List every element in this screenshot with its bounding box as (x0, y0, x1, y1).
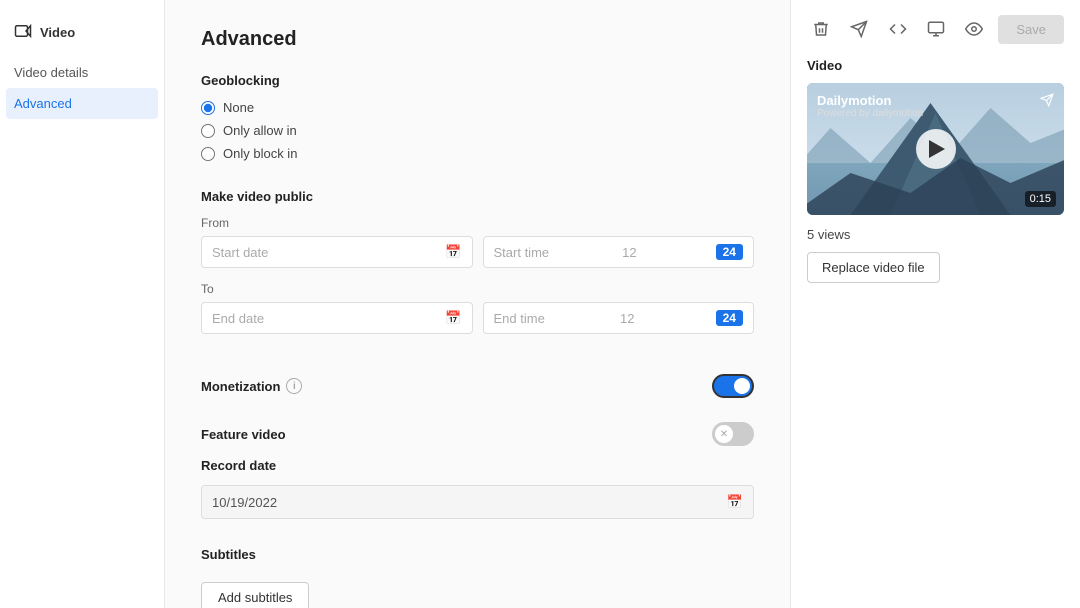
record-date-input[interactable]: 10/19/2022 📅 (201, 485, 754, 519)
sidebar-item-video-details[interactable]: Video details (0, 57, 164, 88)
geoblocking-block-radio[interactable] (201, 147, 215, 161)
trash-button[interactable] (807, 14, 835, 44)
end-time-hour: 12 (620, 311, 634, 326)
page-title: Advanced (201, 28, 754, 51)
video-duration: 0:15 (1025, 191, 1056, 207)
monetization-info-icon[interactable]: i (286, 378, 302, 394)
geoblocking-block[interactable]: Only block in (201, 146, 754, 161)
start-time-badge: 24 (716, 244, 743, 260)
start-time-placeholder: Start time (494, 245, 550, 260)
subtitles-label: Subtitles (201, 547, 754, 562)
right-panel: Save Video (790, 0, 1080, 608)
monetization-label: Monetization i (201, 378, 302, 394)
video-panel-label: Video (807, 58, 1064, 73)
share-button[interactable] (845, 14, 873, 44)
from-label: From (201, 216, 754, 230)
feature-video-label: Feature video (201, 427, 286, 442)
geoblocking-none-radio[interactable] (201, 101, 215, 115)
play-triangle-icon (929, 140, 945, 158)
geoblocking-label: Geoblocking (201, 73, 754, 88)
geoblocking-allow[interactable]: Only allow in (201, 123, 754, 138)
to-row: To End date 📅 End time 12 24 (201, 282, 754, 334)
start-date-input[interactable]: Start date 📅 (201, 236, 473, 268)
video-brand: Dailymotion Powered by dailymotion (817, 93, 923, 119)
calendar-icon: 📅 (445, 244, 461, 260)
end-date-placeholder: End date (212, 311, 264, 326)
end-time-placeholder: End time (494, 311, 545, 326)
main-content: Advanced Geoblocking None Only allow in … (165, 0, 790, 608)
geoblocking-allow-radio[interactable] (201, 124, 215, 138)
start-time-input[interactable]: Start time 12 24 (483, 236, 755, 268)
sidebar: Video Video details Advanced (0, 0, 165, 608)
end-time-input[interactable]: End time 12 24 (483, 302, 755, 334)
views-count: 5 views (807, 227, 1064, 242)
toolbar: Save (807, 14, 1064, 44)
start-date-placeholder: Start date (212, 245, 268, 260)
monetization-row: Monetization i (201, 362, 754, 410)
end-calendar-icon: 📅 (445, 310, 461, 326)
from-inputs: Start date 📅 Start time 12 24 (201, 236, 754, 268)
toggle-knob: ✕ (715, 425, 733, 443)
record-cal-icon: 📅 (727, 494, 743, 510)
to-label: To (201, 282, 754, 296)
end-time-badge: 24 (716, 310, 743, 326)
eye-button[interactable] (960, 14, 988, 44)
add-subtitles-button[interactable]: Add subtitles (201, 582, 309, 608)
record-date-section: Record date 10/19/2022 📅 (201, 458, 754, 519)
to-inputs: End date 📅 End time 12 24 (201, 302, 754, 334)
end-date-input[interactable]: End date 📅 (201, 302, 473, 334)
app-label: Video (40, 25, 75, 40)
record-date-label: Record date (201, 458, 754, 473)
video-icon (14, 22, 32, 43)
feature-video-row: Feature video ✕ (201, 410, 754, 458)
geoblocking-section: Geoblocking None Only allow in Only bloc… (201, 73, 754, 161)
video-share-icon (1040, 93, 1054, 110)
geoblocking-options: None Only allow in Only block in (201, 100, 754, 161)
make-public-section: Make video public From Start date 📅 Star… (201, 189, 754, 334)
from-row: From Start date 📅 Start time 12 24 (201, 216, 754, 268)
embed-button[interactable] (884, 14, 912, 44)
save-button[interactable]: Save (998, 15, 1064, 44)
upload-button[interactable] (922, 14, 950, 44)
monetization-toggle[interactable] (712, 374, 754, 398)
play-button[interactable] (916, 129, 956, 169)
geoblocking-none[interactable]: None (201, 100, 754, 115)
app-header: Video (0, 12, 164, 57)
record-date-value: 10/19/2022 (212, 495, 277, 510)
make-public-label: Make video public (201, 189, 754, 204)
replace-video-button[interactable]: Replace video file (807, 252, 940, 283)
start-time-hour: 12 (622, 245, 636, 260)
subtitles-section: Subtitles Add subtitles (201, 547, 754, 608)
sidebar-item-advanced[interactable]: Advanced (6, 88, 158, 119)
feature-video-toggle[interactable]: ✕ (712, 422, 754, 446)
video-preview[interactable]: Dailymotion Powered by dailymotion 0:15 (807, 83, 1064, 215)
